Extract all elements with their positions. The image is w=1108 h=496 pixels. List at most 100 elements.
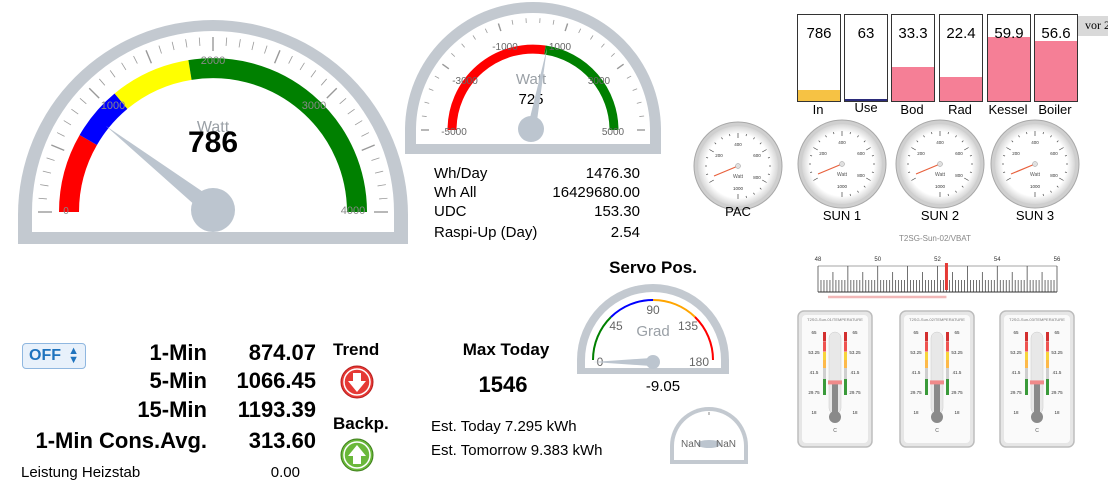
thermo-tick-right: 65 [954, 330, 960, 335]
backp-label: Backp. [333, 414, 389, 433]
tick-mark [1042, 132, 1044, 135]
grid-tick-1000: 1000 [549, 42, 572, 53]
main-tick-0: 0 [63, 206, 69, 217]
servo-title: Servo Pos. [609, 258, 697, 277]
servo-value: -9.05 [645, 378, 681, 395]
thermo-marker [828, 380, 842, 385]
scale-band [1046, 379, 1049, 395]
mini-tick-label: 600 [857, 151, 865, 156]
mini-tick-label: 400 [936, 140, 944, 145]
main-gauge-value: 786 [188, 126, 238, 159]
scale-band [844, 368, 847, 380]
scale-band [1046, 352, 1049, 360]
vbat-tick-label: 54 [994, 257, 1001, 263]
scale-band [925, 342, 928, 352]
scale-band [946, 360, 949, 368]
bar-value: 56.6 [1041, 25, 1071, 42]
servo-gauge: 0 45 90 135 180 Grad [577, 284, 729, 374]
thermo-tick-right: 53.25 [951, 350, 963, 355]
thermo-tick-right: 65 [1054, 330, 1060, 335]
heizstab-value: 0.00 [270, 464, 300, 481]
mini-gauge-unit: Watt [935, 172, 946, 178]
stat-row: Raspi-Up (Day) 2.54 [434, 224, 640, 242]
scale-band [844, 352, 847, 360]
avg-value: 1066.45 [236, 368, 316, 393]
scale-band [823, 379, 826, 395]
bar-fill [798, 89, 840, 101]
thermo-tick-right: 41.5 [1053, 370, 1062, 375]
thermometer-caption: T2SG-Sun-03/TEMPERATURE [1009, 317, 1065, 322]
main-tick-1000: 1000 [101, 100, 125, 112]
vbat-indicator [944, 263, 948, 290]
thermometer-sun1: T2SG-Sun-01/TEMPERATURE 65 65 53.25 53.25 41.… [797, 310, 873, 448]
thermo-tick-right: 65 [852, 330, 858, 335]
heater-mode-value: OFF [29, 347, 61, 364]
scale-band [1046, 342, 1049, 352]
vbat-gauge: 48 50 52 54 56 [815, 257, 1061, 299]
bar-value: 33.3 [898, 25, 928, 42]
thermometer-sun3: T2SG-Sun-03/TEMPERATURE 65 65 53.25 53.25 41.… [999, 310, 1075, 448]
scale-band [1046, 332, 1049, 342]
tick-mark [969, 155, 972, 157]
mini-gauge-unit: Watt [837, 172, 848, 178]
sun2-gauge: 200 400 600 800 1000 Watt [895, 119, 985, 209]
mini-tick-label: 600 [753, 153, 761, 158]
grid-power-gauge: -5000 -3000 -1000 1000 3000 5000 Watt 72… [405, 2, 661, 154]
mini-gauge-hub [937, 161, 943, 167]
mini-gauge-label: PAC [725, 204, 751, 219]
vbat-tick-label: 48 [815, 257, 822, 263]
grid-tick-3000: 3000 [588, 76, 611, 87]
tick-mark [1026, 132, 1028, 135]
mini-gauge-hub [839, 161, 845, 167]
mini-tick-label: 800 [857, 173, 865, 178]
mini-tick-label: 400 [838, 140, 846, 145]
stat-row: UDC 153.30 [434, 203, 640, 221]
mini-gauge-hub [735, 163, 741, 169]
bar-fill [892, 66, 934, 101]
thermo-tick-right: 18 [954, 410, 960, 415]
mini-tick-label: 1000 [1030, 184, 1041, 189]
thermo-tick-right: 41.5 [851, 370, 860, 375]
heizstab-label: Leistung Heizstab [21, 464, 141, 481]
tick-mark [767, 157, 770, 159]
avg-value: 1193.39 [237, 397, 316, 422]
thermo-tick-left: 65 [1013, 330, 1019, 335]
scale-band [1025, 342, 1028, 352]
thermo-tick-left: 29.75 [808, 390, 820, 395]
mini-tick-label: 800 [1050, 173, 1058, 178]
thermo-tick-left: 53.25 [808, 350, 820, 355]
thermometer-caption: T2SG-Sun-02/TEMPERATURE [909, 317, 965, 322]
thermo-tick-right: 29.75 [849, 390, 861, 395]
mini-gauge-label: SUN 2 [920, 208, 960, 223]
thermo-tick-right: 29.75 [1051, 390, 1063, 395]
bar-in: 786 [797, 14, 841, 102]
trend-down-button[interactable] [340, 365, 374, 399]
thermometer-sun2: T2SG-Sun-02/TEMPERATURE 65 65 53.25 53.25 41.… [899, 310, 975, 448]
backp-up-button[interactable] [340, 438, 374, 472]
scale-band [946, 379, 949, 395]
thermo-unit: C [1035, 428, 1039, 434]
grid-tick-m3000: -3000 [452, 76, 478, 87]
thermo-tick-left: 18 [913, 410, 919, 415]
mini-tick-label: 200 [1012, 151, 1020, 156]
tick-mark [767, 173, 770, 175]
thermo-bulb [1031, 411, 1043, 423]
tick-mark [1003, 155, 1006, 157]
bar-rad: 22.4 [939, 14, 983, 102]
thermo-tick-right: 18 [852, 410, 858, 415]
thermo-tick-right: 41.5 [953, 370, 962, 375]
bar-value: 22.4 [946, 25, 976, 42]
stat-row: Wh All 16429680.00 [434, 184, 640, 202]
vor-tab[interactable]: vor 2 [1078, 16, 1108, 36]
thermo-tick-right: 53.25 [1051, 350, 1063, 355]
thermo-bulb [829, 411, 841, 423]
stat-label: UDC [434, 203, 467, 220]
stat-value: 16429680.00 [552, 184, 640, 201]
servo-unit: Grad [636, 323, 669, 340]
scale-band [925, 379, 928, 395]
tick-mark [871, 171, 874, 173]
mini-tick-label: 200 [819, 151, 827, 156]
scale-band [823, 352, 826, 360]
scale-band [946, 352, 949, 360]
mini-gauge-hub [1032, 161, 1038, 167]
